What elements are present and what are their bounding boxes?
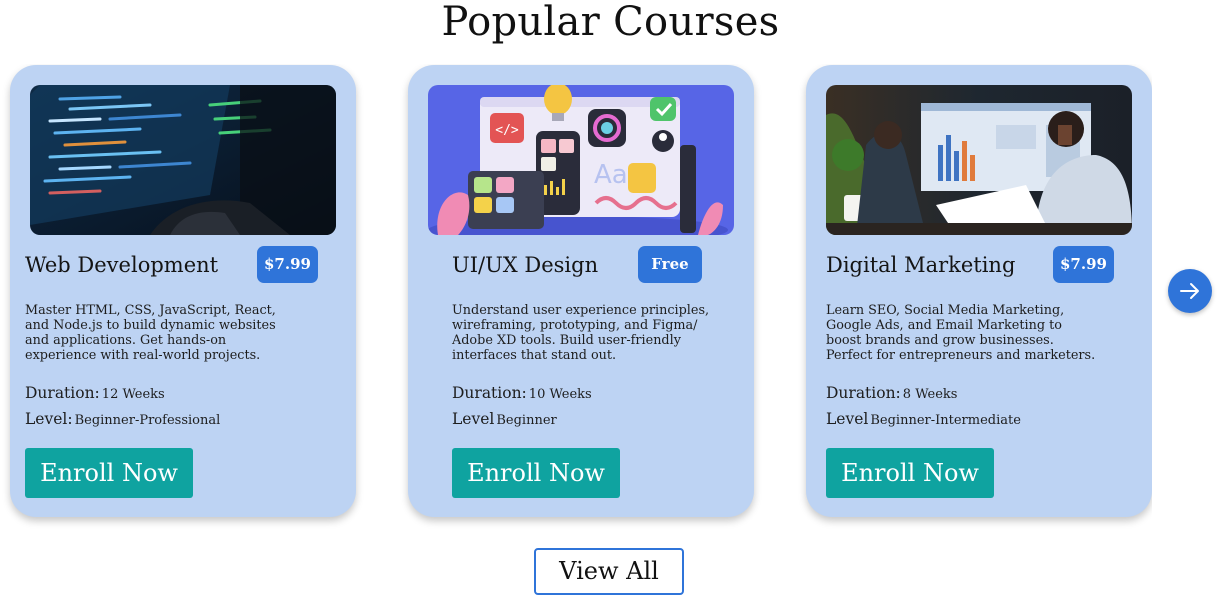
duration-label: Duration: bbox=[25, 384, 100, 402]
enroll-now-button[interactable]: Enroll Now bbox=[826, 448, 994, 498]
course-card-web-development: Web Development $7.99 Master HTML, CSS, … bbox=[10, 65, 356, 517]
course-title: Digital Marketing bbox=[826, 253, 1016, 277]
duration-value: 8 Weeks bbox=[902, 387, 958, 402]
view-all-button[interactable]: View All bbox=[534, 548, 684, 595]
duration-value: 10 Weeks bbox=[528, 387, 592, 402]
arrow-right-icon bbox=[1180, 283, 1199, 299]
course-title: Web Development bbox=[25, 253, 219, 277]
price-badge: $7.99 bbox=[1053, 246, 1114, 283]
duration-label: Duration: bbox=[452, 384, 527, 402]
level-label: Level bbox=[826, 410, 869, 428]
level-value: Beginner-Professional bbox=[74, 413, 221, 428]
course-level: Level Beginner-Intermediate bbox=[826, 409, 1021, 431]
enroll-now-button[interactable]: Enroll Now bbox=[452, 448, 620, 498]
level-label: Level bbox=[452, 410, 495, 428]
marketing-dashboard-photo bbox=[826, 85, 1132, 235]
course-duration: Duration: 12 Weeks bbox=[25, 383, 165, 405]
level-value: Beginner bbox=[496, 413, 557, 428]
duration-value: 12 Weeks bbox=[101, 387, 165, 402]
svg-text:Aa: Aa bbox=[594, 160, 628, 190]
course-duration: Duration: 8 Weeks bbox=[826, 383, 957, 405]
enroll-now-button[interactable]: Enroll Now bbox=[25, 448, 193, 498]
course-card-digital-marketing: Digital Marketing $7.99 Learn SEO, Socia… bbox=[806, 65, 1152, 517]
duration-label: Duration: bbox=[826, 384, 901, 402]
course-card-ui-ux-design: </> Aa UI/UX Design Free Understand user… bbox=[408, 65, 754, 517]
next-slide-button[interactable] bbox=[1168, 269, 1212, 313]
ui-design-illustration: </> Aa bbox=[428, 85, 734, 235]
level-label: Level: bbox=[25, 410, 73, 428]
svg-text:</>: </> bbox=[495, 123, 519, 138]
course-level: Level: Beginner-Professional bbox=[25, 409, 220, 431]
level-value: Beginner-Intermediate bbox=[870, 413, 1021, 428]
course-title: UI/UX Design bbox=[452, 253, 599, 277]
course-duration: Duration: 10 Weeks bbox=[452, 383, 592, 405]
course-description: Master HTML, CSS, JavaScript, React, and… bbox=[25, 303, 276, 363]
course-description: Understand user experience principles, w… bbox=[452, 303, 710, 363]
course-description: Learn SEO, Social Media Marketing, Googl… bbox=[826, 303, 1096, 363]
course-level: Level Beginner bbox=[452, 409, 557, 431]
courses-carousel: Web Development $7.99 Master HTML, CSS, … bbox=[0, 64, 1152, 534]
page-title: Popular Courses bbox=[441, 0, 780, 45]
price-badge: $7.99 bbox=[257, 246, 318, 283]
code-on-monitor-photo bbox=[30, 85, 336, 235]
price-badge: Free bbox=[638, 246, 702, 283]
